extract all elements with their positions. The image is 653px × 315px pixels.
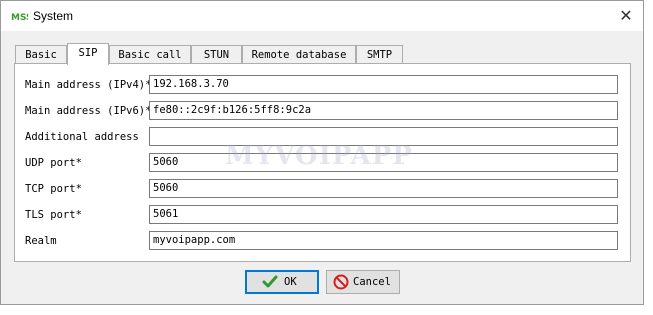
tab-label: Basic <box>25 49 57 61</box>
realm-field[interactable]: myvoipapp.com <box>149 231 618 250</box>
ok-label: OK <box>284 276 297 288</box>
main-ipv6-label: Main address (IPv6)* <box>25 105 152 117</box>
cancel-icon <box>333 274 349 290</box>
check-icon <box>262 275 278 288</box>
tab-sip[interactable]: SIP <box>67 43 109 65</box>
tab-stun[interactable]: STUN <box>191 45 242 64</box>
tcp-port-label: TCP port* <box>25 183 82 195</box>
udp-port-label: UDP port* <box>25 157 82 169</box>
additional-address-label: Additional address <box>25 131 139 143</box>
cancel-button[interactable]: Cancel <box>326 270 400 294</box>
tls-port-field[interactable]: 5061 <box>149 205 618 224</box>
cancel-label: Cancel <box>353 276 391 288</box>
tab-basic[interactable]: Basic <box>15 45 67 64</box>
mss-logo-icon: MSS <box>11 9 28 23</box>
watermark: MYVOIPAPP <box>225 141 413 171</box>
tab-basic-call[interactable]: Basic call <box>109 45 191 64</box>
tab-smtp[interactable]: SMTP <box>356 45 403 64</box>
main-ipv4-field[interactable]: 192.168.3.70 <box>149 75 618 94</box>
window-title: System <box>33 9 74 23</box>
tab-label: STUN <box>203 49 230 61</box>
main-ipv4-label: Main address (IPv4)* <box>25 79 152 91</box>
tab-label: Remote database <box>251 49 347 61</box>
tab-remote-database[interactable]: Remote database <box>242 45 356 64</box>
realm-label: Realm <box>25 235 57 247</box>
tls-port-label: TLS port* <box>25 209 82 221</box>
ok-button[interactable]: OK <box>245 270 319 294</box>
title-bar: MSS System ✕ <box>1 1 643 31</box>
tab-label: Basic call <box>118 49 182 61</box>
system-dialog: MSS System ✕ Basic SIP Basic call STUN R… <box>0 0 644 305</box>
main-ipv6-field[interactable]: fe80::2c9f:b126:5ff8:9c2a <box>149 101 618 120</box>
close-icon[interactable]: ✕ <box>615 5 637 27</box>
tab-label: SIP <box>78 47 98 59</box>
tab-label: SMTP <box>366 49 393 61</box>
tcp-port-field[interactable]: 5060 <box>149 179 618 198</box>
svg-text:MSS: MSS <box>11 13 28 23</box>
